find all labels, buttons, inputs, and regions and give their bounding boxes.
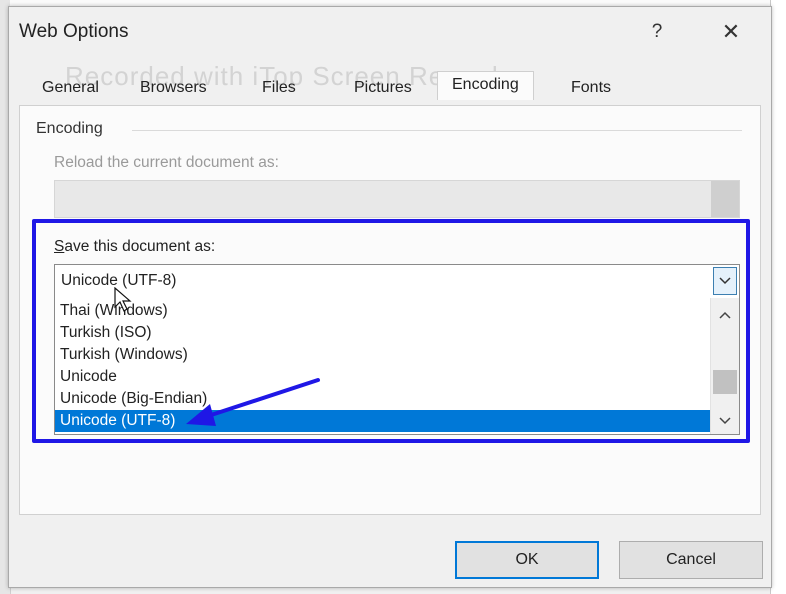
tab-general[interactable]: General (42, 79, 99, 97)
close-button[interactable]: ✕ (715, 17, 747, 47)
tab-files[interactable]: Files (262, 79, 296, 97)
annotation-arrow-icon (186, 378, 320, 426)
tab-browsers[interactable]: Browsers (140, 79, 207, 97)
reload-document-label: Reload the current document as: (54, 154, 279, 171)
tab-fonts[interactable]: Fonts (571, 79, 611, 97)
mouse-cursor-icon (114, 287, 132, 312)
dialog-title: Web Options (19, 21, 129, 42)
group-divider (132, 130, 742, 131)
annotation-highlight-box (32, 219, 750, 443)
tab-pictures[interactable]: Pictures (354, 79, 412, 97)
background-window-right (770, 0, 786, 594)
ok-button[interactable]: OK (455, 541, 599, 579)
reload-document-select (54, 180, 740, 218)
tab-encoding[interactable]: Encoding (437, 71, 534, 100)
encoding-group-label: Encoding (36, 120, 103, 137)
help-button[interactable]: ? (642, 17, 672, 47)
cancel-button[interactable]: Cancel (619, 541, 763, 579)
reload-dropdown-button (711, 181, 739, 217)
